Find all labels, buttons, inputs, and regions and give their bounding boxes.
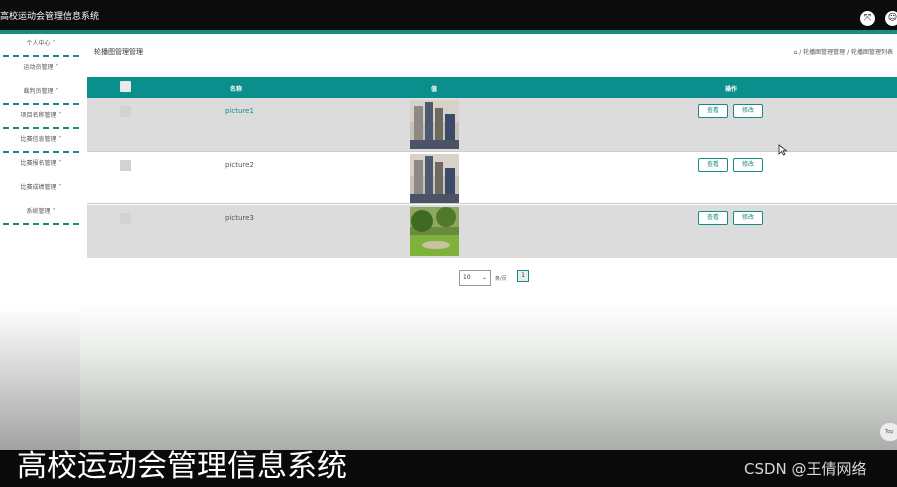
page-number-button[interactable]: 1 <box>517 270 529 282</box>
view-button[interactable]: 查看 <box>698 158 728 172</box>
page-size-value: 10 <box>463 274 471 281</box>
edit-button[interactable]: 修改 <box>733 104 763 118</box>
divider <box>3 223 79 225</box>
view-button[interactable]: 查看 <box>698 104 728 118</box>
page-size-select[interactable]: 10 ⌄ <box>459 270 491 286</box>
top-bar: 高校运动会管理信息系统 ⤧ ☺ <box>0 0 897 30</box>
sidebar-item-label: 裁判员管理 ˅ <box>23 88 59 95</box>
sidebar-item-referees[interactable]: 裁判员管理 ˅ <box>0 84 82 108</box>
background-fade-left <box>0 306 80 452</box>
row-checkbox[interactable] <box>120 106 131 117</box>
sidebar-item-label: 比赛信息管理 ˅ <box>20 136 62 143</box>
app-title: 高校运动会管理信息系统 <box>0 12 100 22</box>
sidebar-item-label: 系统管理 ˅ <box>26 208 56 215</box>
per-page-label: 条/页 <box>495 276 507 282</box>
sidebar-item-athletes[interactable]: 运动员管理 ˅ <box>0 60 82 84</box>
user-icon[interactable]: ☺ <box>885 11 897 26</box>
mouse-cursor-icon <box>778 144 788 156</box>
sidebar-item-label: 个人中心 ˅ <box>26 40 56 47</box>
accent-line <box>0 30 897 34</box>
collapse-icon[interactable]: ⤧ <box>860 11 875 26</box>
table-row: picture1 查看 修改 <box>87 98 897 151</box>
table-row: picture3 查看 修改 <box>87 205 897 258</box>
divider <box>3 127 79 129</box>
park-photo <box>410 207 459 256</box>
page-title: 轮播图管理管理 <box>94 48 143 56</box>
sidebar-item-profile[interactable]: 个人中心 ˅ <box>0 36 82 60</box>
sidebar-item-label: 比赛报名管理 ˅ <box>20 160 62 167</box>
scroll-to-top-button[interactable]: Top <box>880 423 897 441</box>
sidebar-item-system[interactable]: 系统管理 ˅ <box>0 204 82 228</box>
building-photo <box>410 100 459 149</box>
edit-button[interactable]: 修改 <box>733 211 763 225</box>
background-fade <box>0 300 897 452</box>
row-checkbox[interactable] <box>120 213 131 224</box>
caption-bar: 高校运动会管理信息系统 CSDN @王倩网络 <box>0 450 897 487</box>
table-header: 名称 值 操作 <box>87 77 897 98</box>
divider <box>3 55 79 57</box>
view-button[interactable]: 查看 <box>698 211 728 225</box>
breadcrumb: 轮播图管理管理 ⌂ / 轮播图管理管理 / 轮播图管理列表 <box>87 40 897 62</box>
divider <box>3 151 79 153</box>
row-name: picture2 <box>225 161 254 169</box>
select-all-checkbox[interactable] <box>120 81 131 92</box>
sidebar: 个人中心 ˅ 运动员管理 ˅ 裁判员管理 ˅ 项目名称管理 ˅ 比赛信息管理 ˅… <box>0 36 82 228</box>
row-name: picture1 <box>225 107 254 115</box>
building-photo <box>410 154 459 203</box>
watermark: CSDN @王倩网络 <box>744 460 867 478</box>
sidebar-item-matches[interactable]: 比赛信息管理 ˅ <box>0 132 82 156</box>
edit-button[interactable]: 修改 <box>733 158 763 172</box>
table-row: picture2 查看 修改 <box>87 151 897 204</box>
divider <box>3 103 79 105</box>
sidebar-item-label: 运动员管理 ˅ <box>23 64 59 71</box>
column-header-value: 值 <box>431 86 438 93</box>
sidebar-item-label: 比赛成绩管理 ˅ <box>20 184 62 191</box>
caption-title: 高校运动会管理信息系统 <box>17 449 347 484</box>
sidebar-item-events[interactable]: 项目名称管理 ˅ <box>0 108 82 132</box>
row-checkbox[interactable] <box>120 160 131 171</box>
sidebar-item-registration[interactable]: 比赛报名管理 ˅ <box>0 156 82 180</box>
sidebar-item-scores[interactable]: 比赛成绩管理 ˅ <box>0 180 82 204</box>
sidebar-item-label: 项目名称管理 ˅ <box>20 112 62 119</box>
chevron-down-icon: ⌄ <box>481 274 487 281</box>
breadcrumb-path[interactable]: ⌂ / 轮播图管理管理 / 轮播图管理列表 <box>794 47 893 56</box>
row-name: picture3 <box>225 214 254 222</box>
column-header-name: 名称 <box>230 86 243 93</box>
column-header-actions: 操作 <box>725 86 738 93</box>
